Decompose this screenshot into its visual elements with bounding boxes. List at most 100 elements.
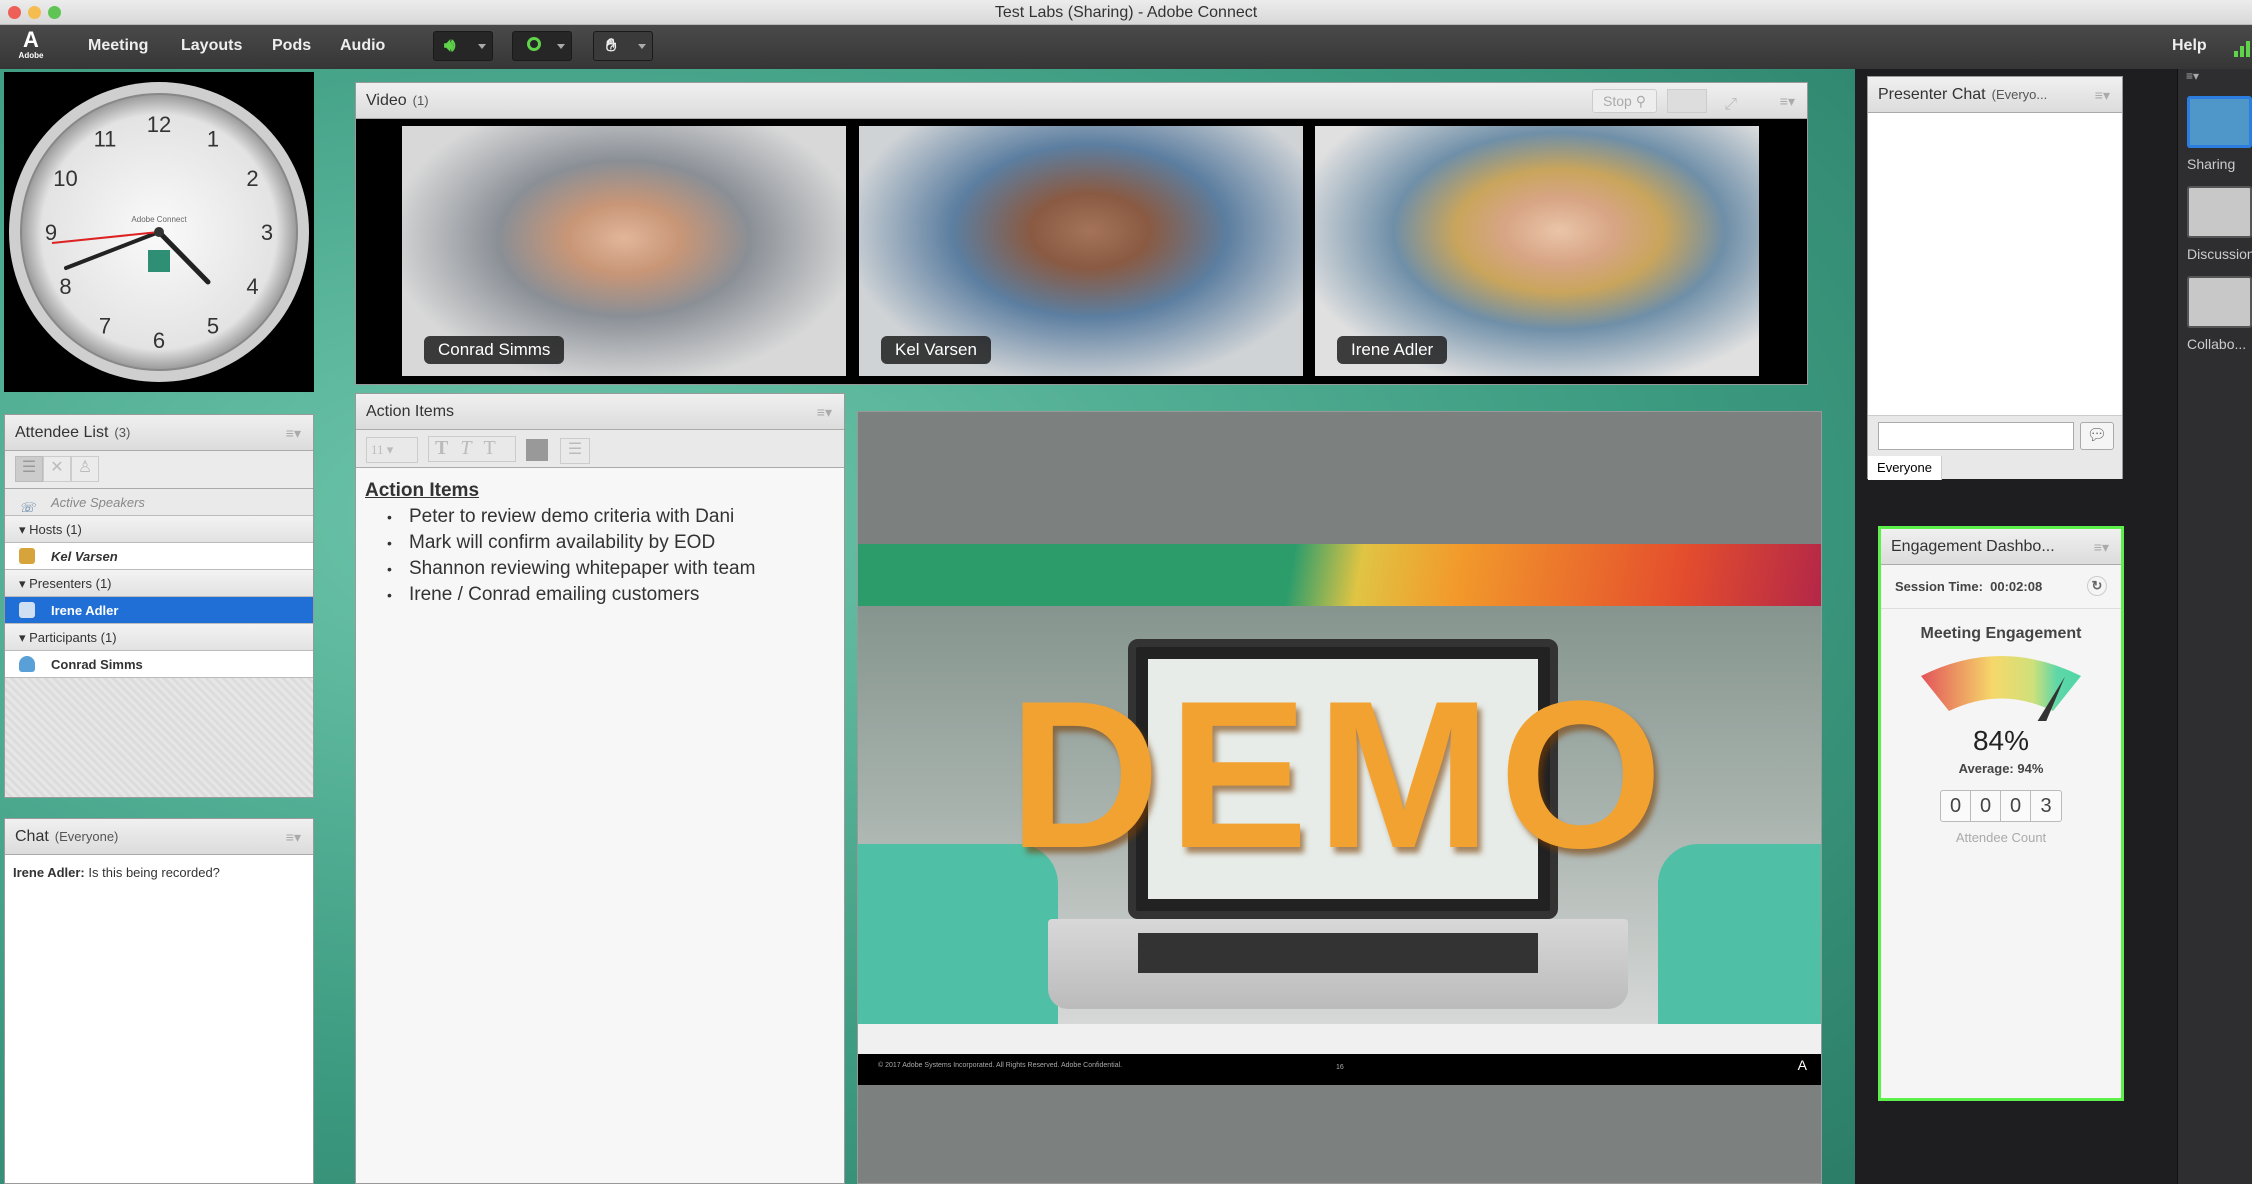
tab-everyone[interactable]: Everyone xyxy=(1868,456,1942,480)
video-tile-name: Irene Adler xyxy=(1337,336,1448,364)
pod-menu-icon[interactable]: ≡▾ xyxy=(286,415,301,451)
presenter-icon xyxy=(19,602,35,618)
shared-slide: DEMO © 2017 Adobe Systems Incorporated. … xyxy=(858,544,1821,1085)
engagement-heading: Meeting Engagement xyxy=(1920,625,2082,642)
engagement-title: Engagement Dashbo... xyxy=(1891,538,2055,555)
engagement-dashboard-pod: Engagement Dashbo... ≡▾ Session Time: 00:… xyxy=(1878,526,2124,1101)
action-item: Mark will confirm availability by EOD xyxy=(387,532,835,554)
group-hosts[interactable]: ▾ Hosts (1) xyxy=(5,516,313,543)
pod-menu-icon[interactable]: ≡▾ xyxy=(2095,77,2110,113)
action-item: Shannon reviewing whitepaper with team xyxy=(387,558,835,580)
raise-hand-icon: ✋︎ xyxy=(606,35,617,55)
group-presenters[interactable]: ▾ Presenters (1) xyxy=(5,570,313,597)
video-pod-title: Video xyxy=(366,92,407,109)
pod-menu-icon[interactable]: ≡▾ xyxy=(2094,529,2109,565)
clock-face: 121234567891011 Adobe Connect xyxy=(9,82,309,382)
raise-hand-button[interactable]: ✋︎ xyxy=(593,31,653,61)
action-items-title: Action Items xyxy=(366,403,455,420)
slide-copyright: © 2017 Adobe Systems Incorporated. All R… xyxy=(878,1062,1123,1069)
video-pod-header: Video (1) Stop ⚲ ⤢ ≡▾ xyxy=(356,83,1807,119)
clock-number: 3 xyxy=(261,220,273,245)
chat-header: Chat (Everyone) ≡▾ xyxy=(5,819,313,855)
slide-banner xyxy=(858,544,1821,606)
notes-heading: Action Items xyxy=(365,480,480,501)
menu-pods[interactable]: Pods xyxy=(272,37,311,55)
group-participants[interactable]: ▾ Participants (1) xyxy=(5,624,313,651)
pod-menu-icon[interactable]: ≡▾ xyxy=(286,819,301,855)
chat-message: Irene Adler: Is this being recorded? xyxy=(13,865,220,880)
menu-meeting[interactable]: Meeting xyxy=(88,37,148,55)
speaker-button[interactable]: 🔊︎ xyxy=(433,31,493,61)
chat-pod: Chat (Everyone) ≡▾ Irene Adler: Is this be… xyxy=(4,818,314,1184)
attendee-list-pod: Attendee List (3) ≡▾ ☰ ✕ ♙ ☏ Active Speakers … xyxy=(4,414,314,798)
underline-icon: T xyxy=(483,437,508,459)
presenter-chat-pod: Presenter Chat (Everyo... ≡▾ 💬︎ Everyone xyxy=(1867,76,2123,480)
adobe-logo: A Adobe xyxy=(18,27,44,61)
pod-menu-icon[interactable]: ≡▾ xyxy=(1780,83,1795,119)
menu-audio[interactable]: Audio xyxy=(340,37,385,55)
signal-strength-icon xyxy=(2234,39,2252,57)
notes-content[interactable]: Action Items Peter to review demo criter… xyxy=(356,468,844,618)
menu-help[interactable]: Help xyxy=(2172,37,2207,55)
clock-number: 6 xyxy=(153,328,165,353)
font-size-select[interactable]: 11 ▾ xyxy=(366,437,418,463)
attendee-item[interactable]: Kel Varsen xyxy=(5,543,313,570)
send-message-icon[interactable]: 💬︎ xyxy=(2080,422,2114,450)
pod-menu-icon[interactable]: ≡▾ xyxy=(817,394,832,430)
bullet-list-icon[interactable]: ☰ xyxy=(560,438,590,464)
clock-number: 5 xyxy=(207,314,219,339)
participant-icon xyxy=(19,656,35,672)
layout-discussion[interactable]: Discussion xyxy=(2187,186,2252,262)
menu-layouts[interactable]: Layouts xyxy=(181,37,242,55)
attendee-item[interactable]: Conrad Simms xyxy=(5,651,313,678)
layout-collaboration[interactable]: Collabo... xyxy=(2187,276,2252,352)
clock-number: 2 xyxy=(246,166,258,191)
slide-footer: © 2017 Adobe Systems Incorporated. All R… xyxy=(858,1054,1821,1085)
minimize-window-button[interactable] xyxy=(28,6,41,19)
clock-brand: Adobe Connect xyxy=(131,215,187,224)
grid-view-button[interactable] xyxy=(1667,89,1707,113)
text-format-toolbar: 11 ▾ TTT ☰ xyxy=(356,430,844,468)
presenter-chat-input[interactable] xyxy=(1878,422,2074,450)
video-tile[interactable]: Irene Adler xyxy=(1315,126,1759,376)
webcam-button[interactable] xyxy=(512,31,572,61)
session-time: Session Time: 00:02:08 ↻ xyxy=(1881,565,2121,609)
stop-video-button[interactable]: Stop ⚲ xyxy=(1592,89,1657,113)
clock-logo xyxy=(148,250,170,272)
video-tile-name: Conrad Simms xyxy=(424,336,565,364)
adobe-logo: A xyxy=(1797,1057,1807,1073)
menu-bar: A Adobe Meeting Layouts Pods Audio 🔊︎ ✋︎ … xyxy=(0,25,2252,69)
attendee-item-selected[interactable]: Irene Adler xyxy=(5,597,313,624)
video-tile-name: Kel Varsen xyxy=(881,336,991,364)
video-tile[interactable]: Conrad Simms xyxy=(402,126,846,376)
engagement-average: Average: 94% xyxy=(1958,761,2044,776)
gauge-arc xyxy=(1921,656,2081,711)
layout-sharing[interactable]: Sharing xyxy=(2187,96,2252,172)
zoom-window-button[interactable] xyxy=(48,6,61,19)
presenter-chat-header: Presenter Chat (Everyo... ≡▾ xyxy=(1868,77,2122,113)
text-color-button[interactable] xyxy=(526,439,548,462)
breakout-view-icon[interactable]: ✕ xyxy=(43,456,71,482)
fullscreen-icon[interactable]: ⤢ xyxy=(1724,87,1737,123)
action-items-header: Action Items ≡▾ xyxy=(356,394,844,430)
refresh-icon[interactable]: ↻ xyxy=(2087,576,2107,596)
clock-pod: 12 1 2 3 4 5 6 7 8 9 10 11 Adobe Connect xyxy=(4,72,314,392)
action-items-pod: Action Items ≡▾ 11 ▾ TTT ☰ Action Items P… xyxy=(355,393,845,1184)
share-pod: DEMO © 2017 Adobe Systems Incorporated. … xyxy=(857,411,1822,1184)
slide-page-number: 16 xyxy=(1336,1064,1344,1071)
host-icon xyxy=(19,548,35,564)
list-view-icon[interactable]: ☰ xyxy=(15,456,43,482)
close-window-button[interactable] xyxy=(8,6,21,19)
slide-title: DEMO xyxy=(1008,657,1671,892)
active-speakers-row: ☏ Active Speakers xyxy=(5,489,313,516)
status-view-icon[interactable]: ♙ xyxy=(71,456,99,482)
chat-compose-area: 💬︎ Everyone xyxy=(1868,415,2122,480)
action-item: Peter to review demo criteria with Dani xyxy=(387,506,835,528)
text-style-buttons[interactable]: TTT xyxy=(428,436,516,462)
video-tile[interactable]: Kel Varsen xyxy=(859,126,1303,376)
layouts-menu-icon[interactable]: ≡▾ xyxy=(2186,69,2199,83)
presenter-chat-title: Presenter Chat xyxy=(1878,86,1986,103)
attendee-view-toolbar: ☰ ✕ ♙ xyxy=(5,451,313,489)
attendee-list-header: Attendee List (3) ≡▾ xyxy=(5,415,313,451)
attendee-list-title: Attendee List xyxy=(15,424,109,441)
